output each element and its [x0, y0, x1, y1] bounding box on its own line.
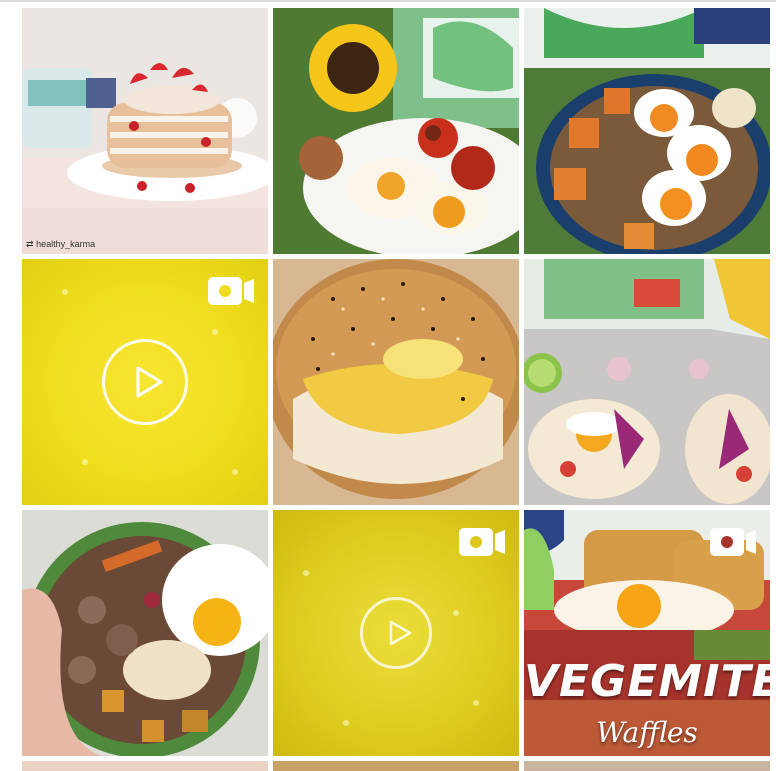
post-tile-egg-salad[interactable] — [524, 8, 770, 254]
post-tile-vegemite-waffles[interactable]: VEGEMITE Waffles — [524, 510, 770, 756]
repost-attribution[interactable]: ⇄ healthy_karma — [26, 239, 95, 250]
bagel-photo — [273, 259, 519, 505]
post-tile-peek[interactable] — [524, 761, 770, 771]
post-grid: ⇄ healthy_karma VEGEMITE Waffles — [22, 8, 774, 771]
top-divider — [0, 0, 776, 2]
video-camera-icon — [459, 528, 505, 556]
post-tile-peek[interactable] — [22, 761, 268, 771]
egg-salad-photo — [524, 8, 770, 254]
tacos-photo — [524, 259, 770, 505]
play-icon — [135, 366, 163, 398]
post-tile-veggie-bowl[interactable] — [22, 510, 268, 756]
attribution-username: healthy_karma — [36, 239, 96, 249]
sparkle — [212, 329, 218, 335]
repost-icon: ⇄ — [26, 239, 34, 249]
overlay-subtitle: Waffles — [596, 716, 698, 749]
post-tile-tacos[interactable] — [524, 259, 770, 505]
post-tile-video-2[interactable] — [273, 510, 519, 756]
sparkle — [232, 469, 238, 475]
post-tile-pancake-stack[interactable]: ⇄ healthy_karma — [22, 8, 268, 254]
post-tile-bagel[interactable] — [273, 259, 519, 505]
sparkle — [453, 610, 459, 616]
post-tile-peek[interactable] — [273, 761, 519, 771]
pancake-photo — [22, 8, 268, 254]
sparkle — [303, 570, 309, 576]
sparkle — [62, 289, 68, 295]
post-tile-sunflower-eggs[interactable] — [273, 8, 519, 254]
sunflower-photo — [273, 8, 519, 254]
video-camera-icon — [208, 277, 254, 305]
post-tile-video-1[interactable] — [22, 259, 268, 505]
sparkle — [473, 700, 479, 706]
sparkle — [343, 720, 349, 726]
play-icon — [388, 620, 412, 646]
sparkle — [82, 459, 88, 465]
video-camera-icon — [710, 528, 756, 556]
overlay-title: VEGEMITE — [524, 656, 770, 707]
veggie-bowl-photo — [22, 510, 268, 756]
